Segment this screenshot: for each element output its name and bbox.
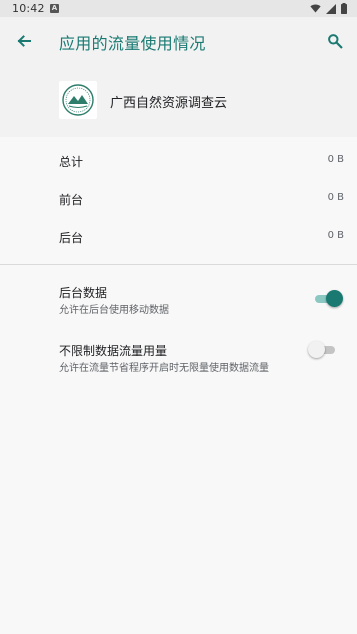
usage-row-foreground: 前台 0 B [0,178,357,216]
toggle-thumb [308,341,325,358]
app-logo-icon [59,81,97,119]
usage-row-background: 后台 0 B [0,216,357,254]
usage-label: 后台 [59,231,84,245]
setting-title: 后台数据 [59,286,108,300]
status-icons [310,3,347,14]
usage-label: 前台 [59,193,84,207]
back-button[interactable] [10,27,38,55]
search-icon [328,34,343,49]
usage-value: 0 B [327,192,344,203]
app-bar: 应用的流量使用情况 [0,17,357,65]
status-bar: 10:42 A [0,0,357,17]
setting-title: 不限制数据流量用量 [59,344,168,358]
notification-icon: A [50,4,59,13]
battery-icon [341,3,347,14]
usage-row-total: 总计 0 B [0,140,357,178]
toggle-thumb [326,290,343,307]
unrestricted-data-setting[interactable]: 不限制数据流量用量 允许在流量节省程序开启时无限量使用数据流量 [0,329,357,385]
signal-icon [326,3,336,14]
background-data-setting[interactable]: 后台数据 允许在后台使用移动数据 [0,271,357,327]
app-header: 广西自然资源调查云 [0,65,357,137]
search-button[interactable] [321,27,349,55]
setting-summary: 允许在后台使用移动数据 [59,305,169,316]
unrestricted-data-toggle[interactable] [308,341,337,359]
page-title: 应用的流量使用情况 [59,34,206,53]
setting-summary: 允许在流量节省程序开启时无限量使用数据流量 [59,363,269,374]
usage-section: 总计 0 B 前台 0 B 后台 0 B [0,137,357,264]
wifi-icon [310,4,321,13]
usage-value: 0 B [327,230,344,241]
usage-label: 总计 [59,155,84,169]
background-data-toggle[interactable] [315,290,343,308]
app-name: 广西自然资源调查云 [110,96,228,111]
usage-value: 0 B [327,154,344,165]
arrow-left-icon [17,35,31,47]
status-time: 10:42 [12,2,45,15]
settings-section: 后台数据 允许在后台使用移动数据 不限制数据流量用量 允许在流量节省程序开启时无… [0,265,357,634]
